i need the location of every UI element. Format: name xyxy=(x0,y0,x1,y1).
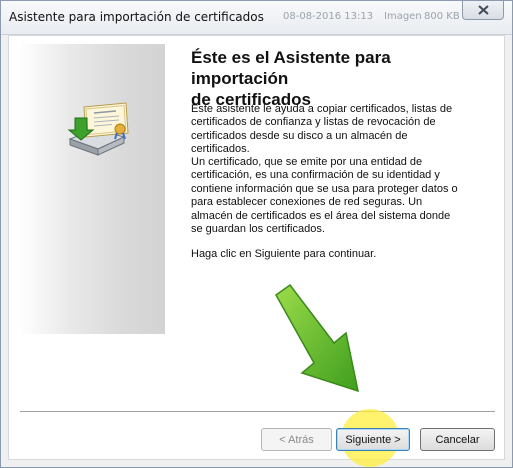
close-icon xyxy=(477,5,489,15)
certificate-description: Un certificado, que se emite por una ent… xyxy=(191,156,458,236)
background-ghost-text: 800 KB xyxy=(424,11,460,22)
continue-instruction: Haga clic en Siguiente para continuar. xyxy=(191,248,377,260)
certificate-import-icon xyxy=(67,102,129,156)
next-button[interactable]: Siguiente > xyxy=(336,428,410,451)
back-button[interactable]: < Atrás xyxy=(261,428,332,451)
cancel-button[interactable]: Cancelar xyxy=(420,428,495,451)
window-title: Asistente para importación de certificad… xyxy=(9,10,264,24)
wizard-window: Asistente para importación de certificad… xyxy=(0,0,513,468)
intro-paragraph: Este asistente le ayuda a copiar certifi… xyxy=(191,103,453,156)
background-ghost-text: 08-08-2016 13:13 xyxy=(283,11,374,22)
title-bar[interactable]: Asistente para importación de certificad… xyxy=(1,1,512,35)
button-separator xyxy=(20,411,495,413)
pointer-arrow-icon xyxy=(275,283,359,393)
wizard-content: Éste es el Asistente para importación de… xyxy=(8,35,505,467)
background-ghost-text: Imagen xyxy=(384,11,422,22)
wizard-side-panel xyxy=(19,44,165,334)
page-heading: Éste es el Asistente para importación de… xyxy=(191,48,391,109)
close-button[interactable] xyxy=(462,1,504,20)
